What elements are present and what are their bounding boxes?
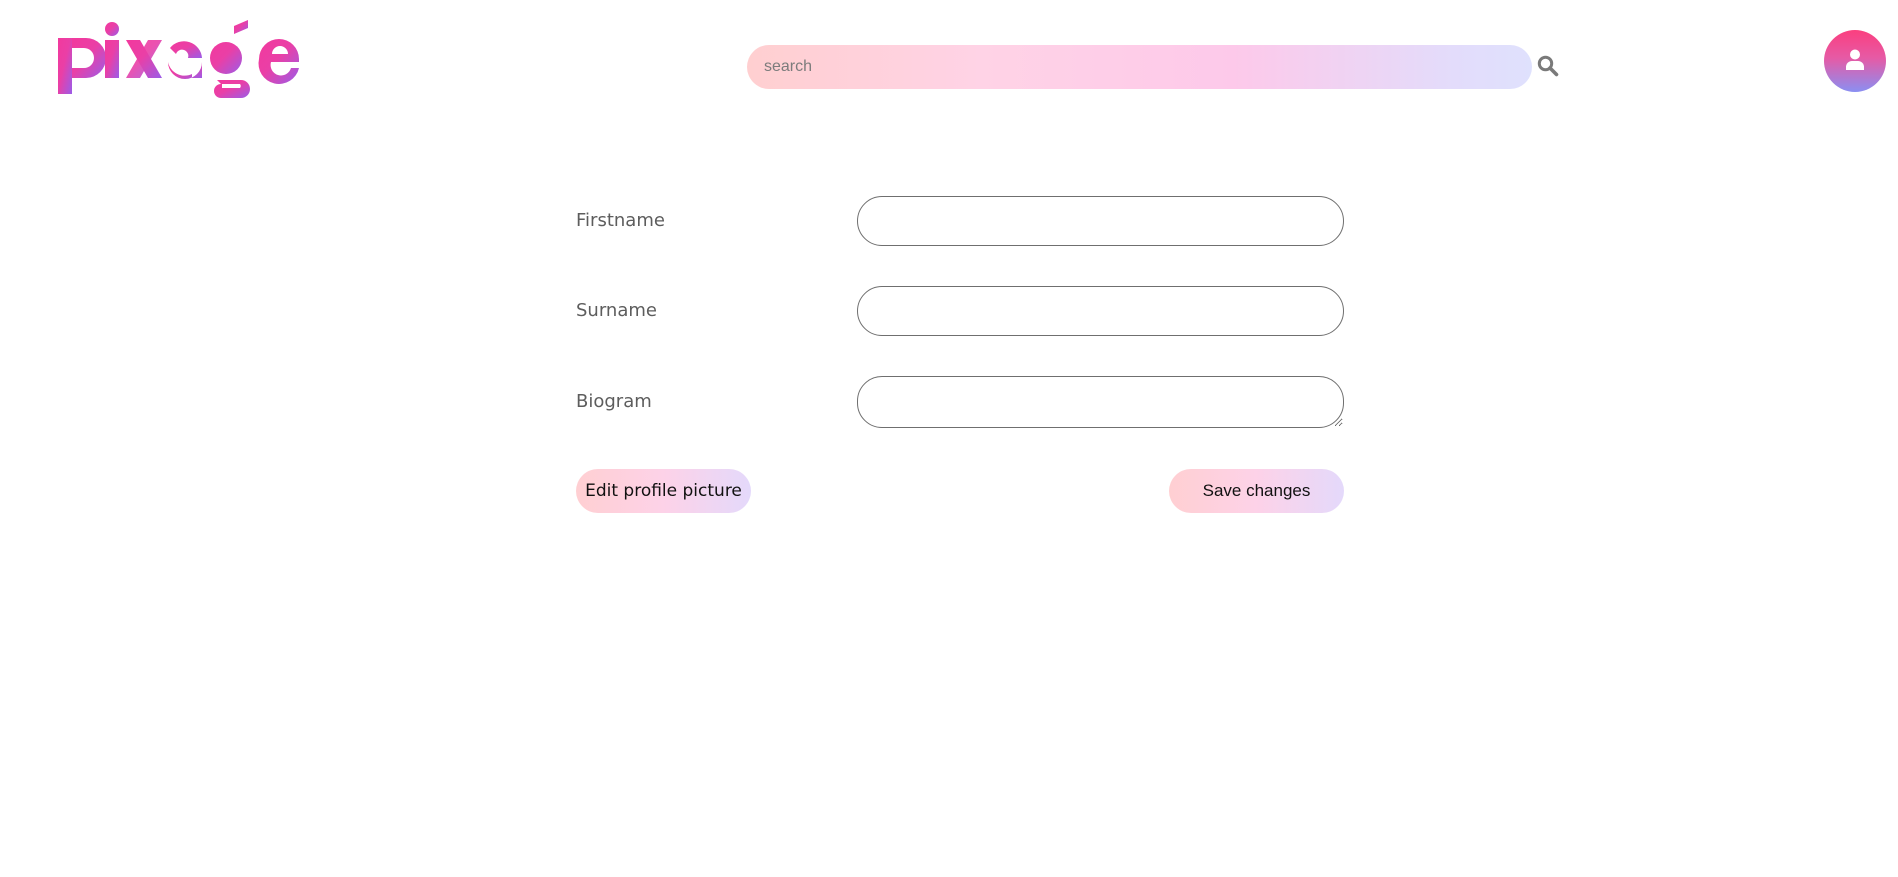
biogram-label: Biogram (576, 391, 652, 412)
pixage-logo[interactable] (54, 18, 316, 118)
firstname-label: Firstname (576, 210, 665, 231)
search-input[interactable] (747, 45, 1532, 89)
user-icon (1846, 49, 1864, 70)
surname-input[interactable] (857, 286, 1344, 336)
save-changes-button[interactable]: Save changes (1169, 469, 1344, 513)
firstname-input[interactable] (857, 196, 1344, 246)
biogram-textarea[interactable] (857, 376, 1344, 428)
surname-label: Surname (576, 300, 657, 321)
edit-profile-picture-button[interactable]: Edit profile picture (576, 469, 751, 513)
search-icon[interactable] (1537, 55, 1559, 77)
profile-avatar-button[interactable] (1824, 30, 1886, 92)
top-bar (0, 0, 1898, 130)
search-bar (747, 45, 1532, 89)
